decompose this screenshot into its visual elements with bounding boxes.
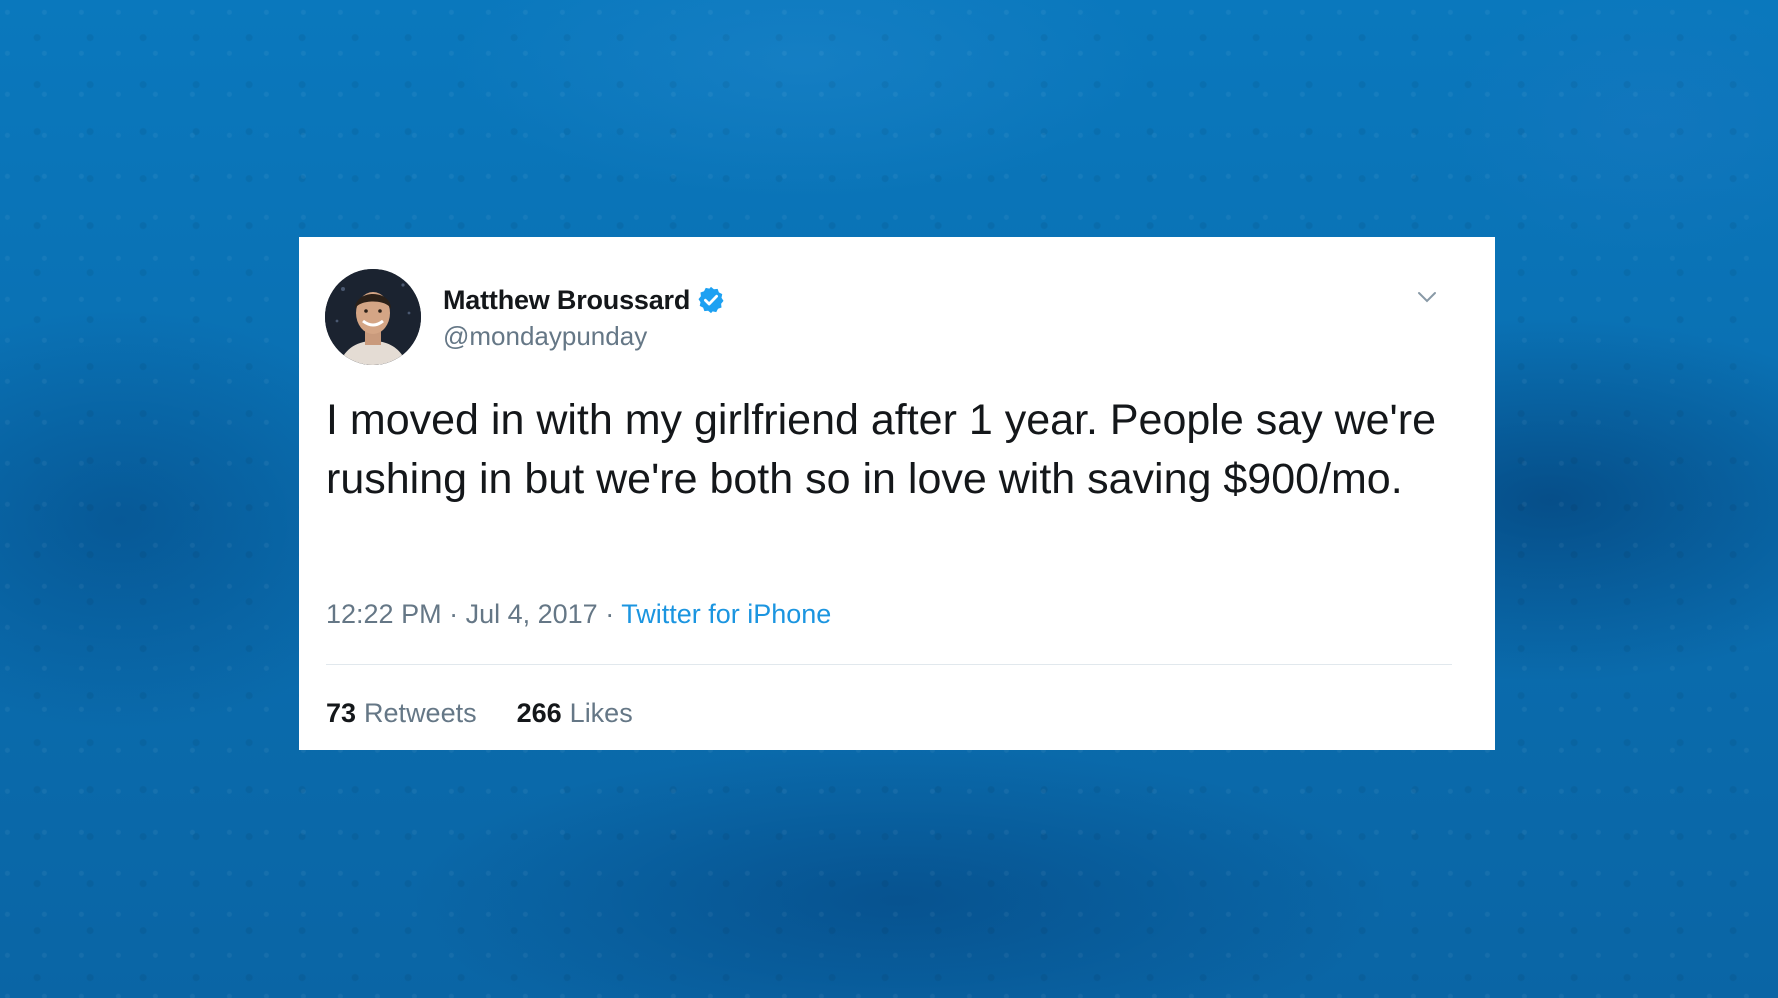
tweet-source-link[interactable]: Twitter for iPhone <box>621 599 831 629</box>
tweet-time[interactable]: 12:22 PM <box>326 599 442 629</box>
meta-separator: · <box>597 599 622 629</box>
retweets-label: Retweets <box>364 698 477 728</box>
verified-badge-icon <box>698 286 724 314</box>
user-handle[interactable]: @mondaypunday <box>443 321 726 352</box>
tweet-text: I moved in with my girlfriend after 1 ye… <box>326 396 1436 503</box>
likes-label: Likes <box>569 698 633 728</box>
tweet-meta: 12:22 PM · Jul 4, 2017 · Twitter for iPh… <box>326 599 831 630</box>
meta-separator: · <box>441 599 466 629</box>
name-row: Matthew Broussard <box>443 283 726 317</box>
avatar[interactable] <box>325 269 421 365</box>
retweets-stat[interactable]: 73 Retweets <box>326 698 477 729</box>
likes-stat[interactable]: 266 Likes <box>517 698 633 729</box>
display-name[interactable]: Matthew Broussard <box>443 285 690 316</box>
retweets-count: 73 <box>326 698 357 728</box>
tweet-date[interactable]: Jul 4, 2017 <box>466 599 598 629</box>
chevron-down-icon[interactable] <box>1415 289 1439 305</box>
avatar-photo <box>325 269 421 365</box>
likes-count: 266 <box>516 698 562 728</box>
tweet-header: Matthew Broussard @mondaypunday <box>443 283 726 352</box>
divider <box>326 664 1452 665</box>
tweet-stats: 73 Retweets 266 Likes <box>326 698 633 729</box>
tweet-card: Matthew Broussard @mondaypunday I moved … <box>299 237 1495 750</box>
